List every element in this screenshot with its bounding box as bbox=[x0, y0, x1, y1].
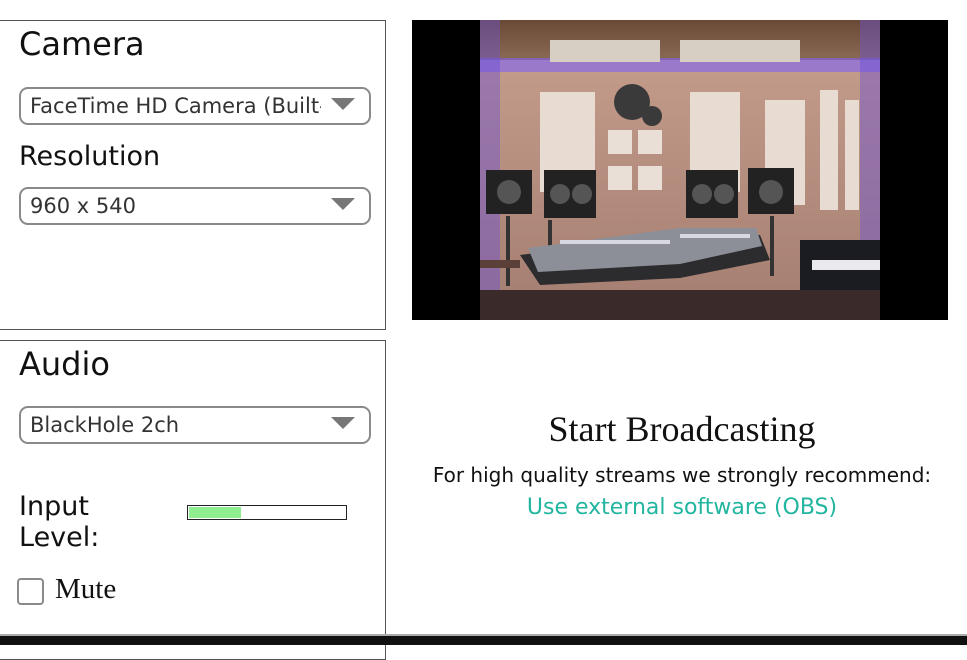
audio-select-value: BlackHole 2ch bbox=[30, 413, 180, 437]
camera-heading: Camera bbox=[19, 25, 145, 63]
audio-select[interactable]: BlackHole 2ch bbox=[19, 406, 371, 444]
audio-heading: Audio bbox=[19, 345, 110, 383]
chevron-down-icon bbox=[331, 198, 355, 210]
chevron-down-icon bbox=[331, 417, 355, 429]
camera-preview-image bbox=[480, 20, 880, 320]
audio-panel: Audio BlackHole 2ch Input Level: Mute bbox=[0, 340, 386, 660]
mute-label[interactable]: Mute bbox=[55, 573, 116, 606]
resolution-select-value: 960 x 540 bbox=[30, 194, 136, 218]
resolution-label: Resolution bbox=[19, 141, 161, 172]
start-broadcasting-title: Start Broadcasting bbox=[548, 409, 816, 449]
mute-checkbox[interactable] bbox=[17, 578, 44, 605]
external-software-link[interactable]: Use external software (OBS) bbox=[387, 495, 967, 520]
video-preview bbox=[412, 20, 948, 320]
resolution-select[interactable]: 960 x 540 bbox=[19, 187, 371, 225]
camera-select-value: FaceTime HD Camera (Built-in) bbox=[30, 94, 321, 118]
recommendation-text: For high quality streams we strongly rec… bbox=[432, 463, 932, 487]
input-level-fill bbox=[189, 507, 242, 518]
input-level-label: Input Level: bbox=[19, 491, 100, 553]
camera-panel: Camera FaceTime HD Camera (Built-in) Res… bbox=[0, 20, 386, 330]
camera-select[interactable]: FaceTime HD Camera (Built-in) bbox=[19, 87, 371, 125]
chevron-down-icon bbox=[331, 98, 355, 110]
bottom-bar bbox=[0, 636, 967, 645]
input-level-meter bbox=[187, 505, 347, 520]
